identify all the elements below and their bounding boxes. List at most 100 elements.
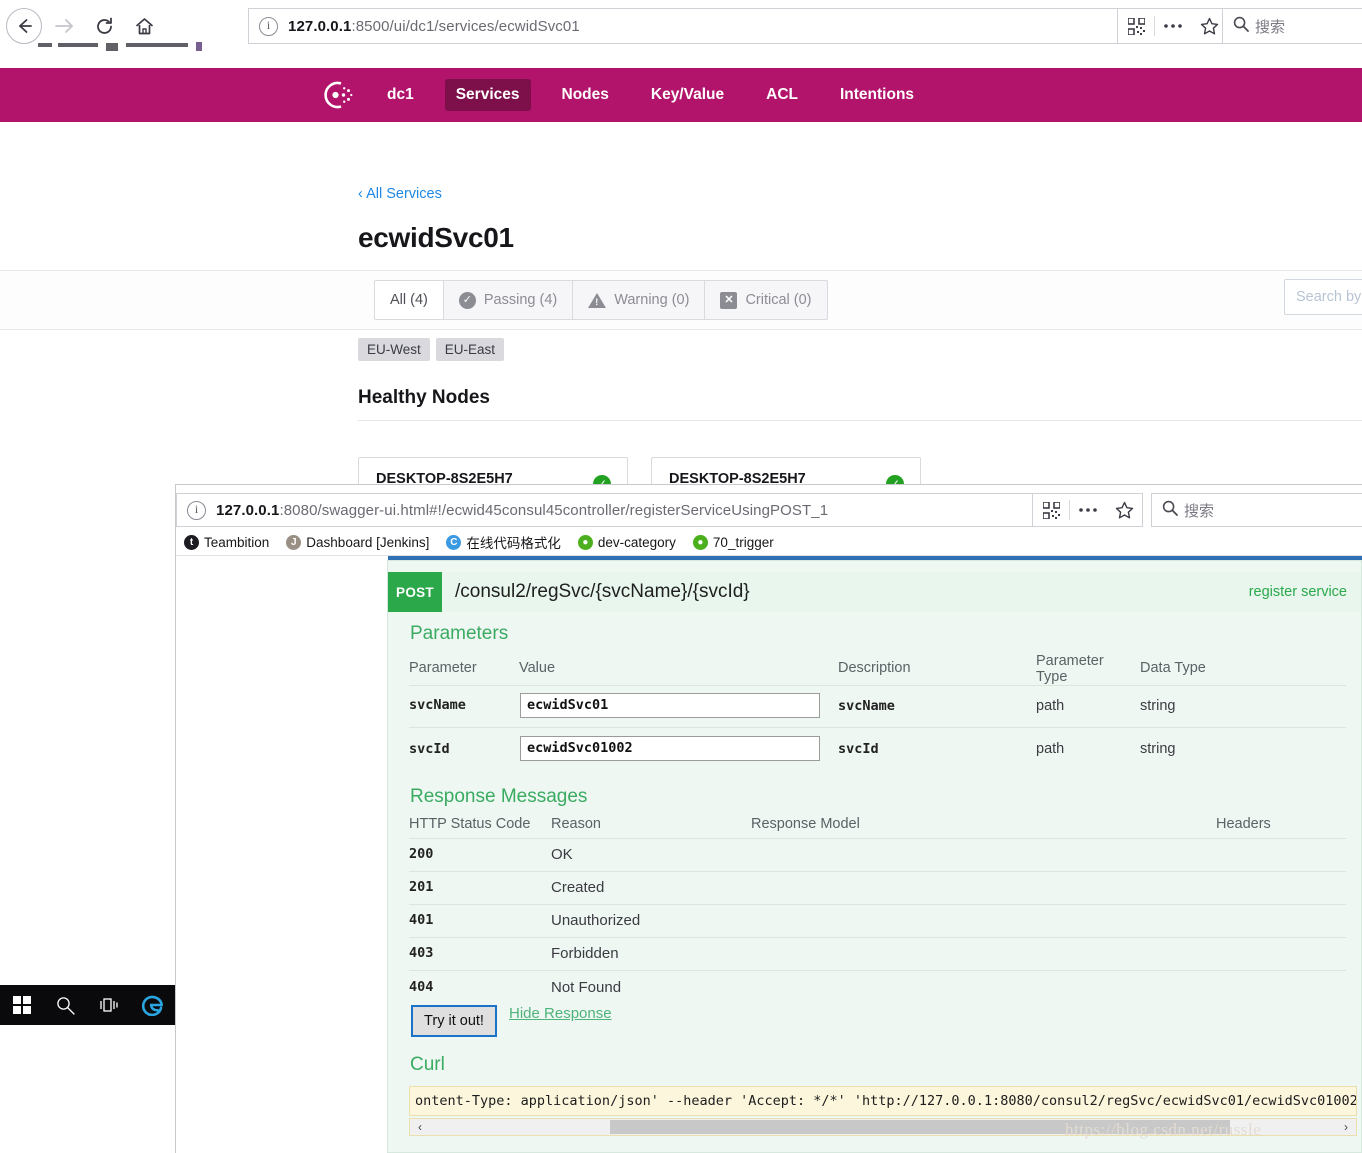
- page-title: ecwidSvc01: [358, 222, 514, 253]
- filter-tab-passing[interactable]: ✓ Passing (4): [444, 281, 574, 319]
- response-code: 401: [409, 912, 434, 928]
- toolbar-icons-2: [1033, 493, 1143, 527]
- search-icon: [1233, 16, 1249, 37]
- nav-item-services[interactable]: Services: [444, 79, 531, 111]
- browser-search-placeholder-2: 搜索: [1184, 502, 1215, 520]
- chevron-left-icon: ‹: [358, 186, 363, 202]
- qr-code-icon[interactable]: [1118, 9, 1154, 43]
- swagger-operation-panel: POST /consul2/regSvc/{svcName}/{svcId} r…: [387, 560, 1362, 1153]
- operation-summary: register service: [1248, 584, 1347, 600]
- browser-search-box-2[interactable]: 搜索: [1151, 493, 1362, 527]
- hide-response-link[interactable]: Hide Response: [509, 1005, 612, 1022]
- response-reason: Unauthorized: [551, 912, 641, 929]
- consul-logo-icon[interactable]: [320, 78, 354, 112]
- bookmark-dev-category[interactable]: ● dev-category: [577, 534, 676, 550]
- scroll-left-arrow[interactable]: ‹: [412, 1120, 428, 1134]
- health-filter-tabs: All (4) ✓ Passing (4) Warning (0) ✕ Crit…: [374, 280, 828, 320]
- curl-command-box[interactable]: ontent-Type: application/json' --header …: [409, 1086, 1357, 1116]
- edge-browser-icon[interactable]: [131, 985, 175, 1025]
- response-reason: OK: [551, 846, 573, 863]
- table-divider: [409, 970, 1346, 971]
- bookmark-code-formatter[interactable]: C 在线代码格式化: [446, 532, 561, 552]
- bookmark-jenkins[interactable]: J Dashboard [Jenkins]: [286, 534, 429, 550]
- taskbar-search-icon[interactable]: [44, 985, 88, 1025]
- jenkins-green-icon: ●: [577, 534, 593, 550]
- response-messages-heading: Response Messages: [410, 786, 588, 807]
- browser-search-placeholder-1: 搜索: [1255, 18, 1286, 36]
- try-it-out-button[interactable]: Try it out!: [411, 1005, 497, 1037]
- bookmark-label: dev-category: [597, 534, 676, 550]
- nav-item-dc1[interactable]: dc1: [376, 79, 425, 111]
- info-icon[interactable]: i: [187, 500, 206, 520]
- tag-eu-east: EU-East: [435, 338, 505, 361]
- param-type: path: [1036, 698, 1065, 714]
- param-data-type: string: [1140, 741, 1176, 757]
- bookmark-teambition[interactable]: t Teambition: [184, 534, 269, 550]
- table-divider: [409, 904, 1346, 905]
- browser-search-box-1[interactable]: 搜索: [1222, 8, 1362, 44]
- address-bar-1-text: 127.0.0.1:8500/ui/dc1/services/ecwidSvc0…: [288, 17, 580, 35]
- back-button[interactable]: [4, 6, 44, 46]
- bookmarks-bar: t Teambition J Dashboard [Jenkins] C 在线代…: [176, 529, 1362, 556]
- filter-tab-all-label: All (4): [390, 292, 428, 308]
- info-icon[interactable]: i: [259, 16, 278, 36]
- service-search-placeholder: Search by n: [1296, 289, 1362, 305]
- nav-item-intentions[interactable]: Intentions: [829, 79, 925, 111]
- desktop-background-left-lower: [0, 1025, 175, 1153]
- jenkins-green-icon: ●: [692, 534, 708, 550]
- resp-col-reason: Reason: [551, 816, 601, 832]
- jenkins-icon: J: [286, 534, 302, 550]
- filter-tab-all[interactable]: All (4): [375, 281, 444, 319]
- consul-ui-page: dc1 Services Nodes Key/Value ACL Intenti…: [0, 52, 1362, 532]
- windows-taskbar: [0, 985, 175, 1025]
- section-divider: [358, 420, 1362, 421]
- qr-code-icon[interactable]: [1033, 493, 1069, 527]
- nav-item-acl[interactable]: ACL: [755, 79, 809, 111]
- ellipsis-icon[interactable]: [1070, 493, 1106, 527]
- desktop-background-left: [0, 484, 175, 985]
- breadcrumb-all-services[interactable]: ‹ All Services: [358, 186, 442, 202]
- filter-tab-critical[interactable]: ✕ Critical (0): [705, 281, 826, 319]
- address-bar-2[interactable]: i 127.0.0.1:8080/swagger-ui.html#!/ecwid…: [176, 493, 1033, 527]
- windows-start-icon[interactable]: [0, 985, 44, 1025]
- table-divider: [409, 937, 1346, 938]
- nav-item-key-value[interactable]: Key/Value: [640, 79, 735, 111]
- table-divider: [409, 727, 1346, 728]
- bookmark-label: 在线代码格式化: [466, 536, 561, 551]
- task-view-icon[interactable]: [88, 985, 132, 1025]
- ellipsis-icon[interactable]: [1155, 9, 1191, 43]
- response-code: 403: [409, 945, 434, 961]
- address-bar-2-text: 127.0.0.1:8080/swagger-ui.html#!/ecwid45…: [216, 501, 829, 519]
- service-search-input[interactable]: Search by n: [1284, 279, 1362, 315]
- filter-tab-warning[interactable]: Warning (0): [573, 281, 706, 319]
- svcname-input[interactable]: ecwidSvc01: [520, 693, 820, 718]
- svcid-input[interactable]: ecwidSvc01002: [520, 736, 820, 761]
- param-col-value: Value: [519, 660, 556, 676]
- reload-button[interactable]: [84, 6, 124, 46]
- response-code: 201: [409, 879, 434, 895]
- param-data-type: string: [1140, 698, 1176, 714]
- forward-button[interactable]: [44, 6, 84, 46]
- resp-col-headers: Headers: [1216, 816, 1271, 832]
- address-bar-1[interactable]: i 127.0.0.1:8500/ui/dc1/services/ecwidSv…: [248, 8, 1118, 44]
- scroll-right-arrow[interactable]: ›: [1338, 1120, 1354, 1134]
- response-reason: Forbidden: [551, 945, 619, 962]
- parameters-heading: Parameters: [410, 623, 509, 644]
- table-divider: [409, 838, 1346, 839]
- bookmark-70-trigger[interactable]: ● 70_trigger: [692, 534, 774, 550]
- breadcrumb-label: All Services: [366, 186, 442, 202]
- x-square-icon: ✕: [720, 291, 738, 309]
- home-button[interactable]: [124, 6, 164, 46]
- healthy-nodes-heading: Healthy Nodes: [358, 387, 490, 408]
- teambition-icon: t: [184, 534, 199, 550]
- filter-tab-warning-label: Warning (0): [614, 292, 690, 308]
- operation-header[interactable]: POST /consul2/regSvc/{svcName}/{svcId} r…: [388, 572, 1361, 612]
- nav-item-nodes[interactable]: Nodes: [551, 79, 620, 111]
- star-icon[interactable]: [1106, 493, 1142, 527]
- response-reason: Created: [551, 879, 605, 896]
- reload-icon: [94, 16, 115, 37]
- tag-eu-west: EU-West: [358, 338, 430, 361]
- table-divider: [409, 871, 1346, 872]
- response-code: 404: [409, 979, 434, 995]
- home-icon: [134, 16, 155, 37]
